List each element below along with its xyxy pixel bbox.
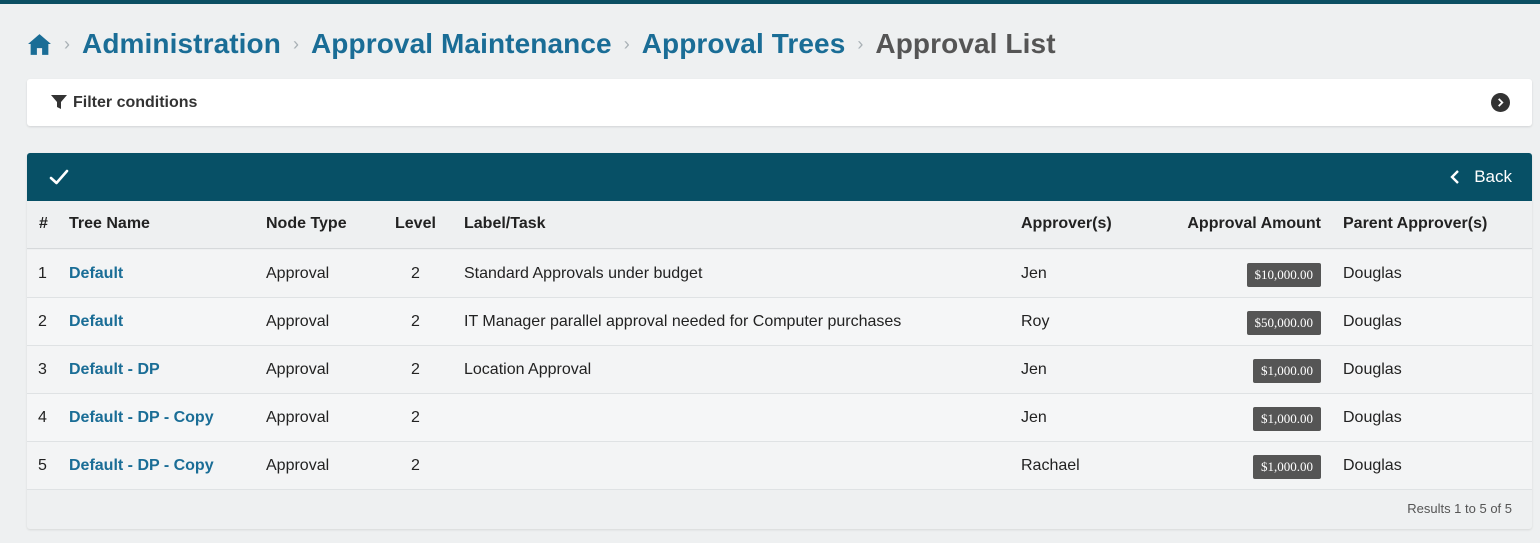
chevron-right-icon: ›	[292, 33, 299, 54]
node-type: Approval	[266, 361, 330, 378]
column-header-level[interactable]: Level	[395, 215, 436, 233]
row-number: 4	[38, 409, 47, 426]
tree-name-link[interactable]: Default	[69, 313, 123, 331]
approver: Jen	[1021, 265, 1047, 282]
label-task: Location Approval	[464, 361, 592, 378]
column-header-parent-approvers[interactable]: Parent Approver(s)	[1343, 215, 1487, 233]
header-divider	[27, 248, 1532, 249]
column-header-approval-amount[interactable]: Approval Amount	[1187, 215, 1321, 233]
breadcrumb-approval-trees[interactable]: Approval Trees	[642, 28, 846, 60]
approver: Rachael	[1021, 457, 1080, 474]
back-button[interactable]: Back	[1450, 166, 1512, 188]
chevron-left-icon	[1450, 170, 1460, 184]
page-title: Approval List	[875, 28, 1056, 59]
column-header-node-type[interactable]: Node Type	[266, 215, 347, 233]
table-row: 3 Default - DP Approval 2 Location Appro…	[27, 346, 1532, 394]
approval-amount-badge: $1,000.00	[1253, 359, 1321, 383]
approval-amount-badge: $50,000.00	[1246, 311, 1321, 335]
breadcrumb-approval-maintenance[interactable]: Approval Maintenance	[311, 28, 612, 60]
table-row: 4 Default - DP - Copy Approval 2 Jen $1,…	[27, 394, 1532, 442]
label-task: IT Manager parallel approval needed for …	[464, 313, 902, 330]
filter-icon	[51, 95, 67, 109]
column-header-label-task[interactable]: Label/Task	[464, 215, 546, 233]
filter-conditions-label: Filter conditions	[73, 94, 198, 111]
level: 2	[411, 361, 420, 378]
table-toolbar: Back	[27, 153, 1532, 201]
table-row: 1 Default Approval 2 Standard Approvals …	[27, 250, 1532, 298]
approver: Roy	[1021, 313, 1050, 330]
home-icon[interactable]	[27, 32, 52, 57]
filter-conditions-panel[interactable]: Filter conditions	[27, 79, 1532, 126]
top-accent-bar	[0, 0, 1540, 4]
node-type: Approval	[266, 313, 330, 330]
node-type: Approval	[266, 457, 330, 474]
approval-amount-badge: $1,000.00	[1253, 455, 1321, 479]
tree-name-link[interactable]: Default - DP	[69, 361, 160, 379]
chevron-right-icon: ›	[623, 33, 630, 54]
row-number: 1	[38, 265, 47, 282]
parent-approver: Douglas	[1343, 361, 1402, 378]
results-count: Results 1 to 5 of 5	[1407, 501, 1512, 516]
level: 2	[411, 409, 420, 426]
tree-name-link[interactable]: Default	[69, 265, 123, 283]
check-icon[interactable]	[49, 167, 69, 187]
parent-approver: Douglas	[1343, 313, 1402, 330]
breadcrumb-administration[interactable]: Administration	[82, 28, 281, 60]
node-type: Approval	[266, 265, 330, 282]
parent-approver: Douglas	[1343, 409, 1402, 426]
tree-name-link[interactable]: Default - DP - Copy	[69, 409, 214, 427]
table-row: 2 Default Approval 2 IT Manager parallel…	[27, 298, 1532, 346]
breadcrumb: › Administration › Approval Maintenance …	[27, 26, 1056, 62]
row-number: 3	[38, 361, 47, 378]
approval-list-panel: Back # Tree Name Node Type Level Label/T…	[27, 153, 1532, 529]
chevron-right-icon: ›	[857, 33, 864, 54]
column-header-approvers[interactable]: Approver(s)	[1021, 215, 1112, 233]
column-header-number[interactable]: #	[39, 215, 48, 233]
table-row: 5 Default - DP - Copy Approval 2 Rachael…	[27, 442, 1532, 490]
back-label: Back	[1474, 167, 1512, 186]
approver: Jen	[1021, 409, 1047, 426]
approval-amount-badge: $1,000.00	[1253, 407, 1321, 431]
column-header-tree-name[interactable]: Tree Name	[69, 215, 150, 233]
row-number: 2	[38, 313, 47, 330]
parent-approver: Douglas	[1343, 265, 1402, 282]
chevron-right-circle-icon[interactable]	[1491, 93, 1510, 112]
level: 2	[411, 265, 420, 282]
row-number: 5	[38, 457, 47, 474]
parent-approver: Douglas	[1343, 457, 1402, 474]
level: 2	[411, 313, 420, 330]
approver: Jen	[1021, 361, 1047, 378]
level: 2	[411, 457, 420, 474]
label-task: Standard Approvals under budget	[464, 265, 703, 282]
node-type: Approval	[266, 409, 330, 426]
approval-amount-badge: $10,000.00	[1246, 263, 1321, 287]
tree-name-link[interactable]: Default - DP - Copy	[69, 457, 214, 475]
chevron-right-icon: ›	[64, 33, 70, 54]
